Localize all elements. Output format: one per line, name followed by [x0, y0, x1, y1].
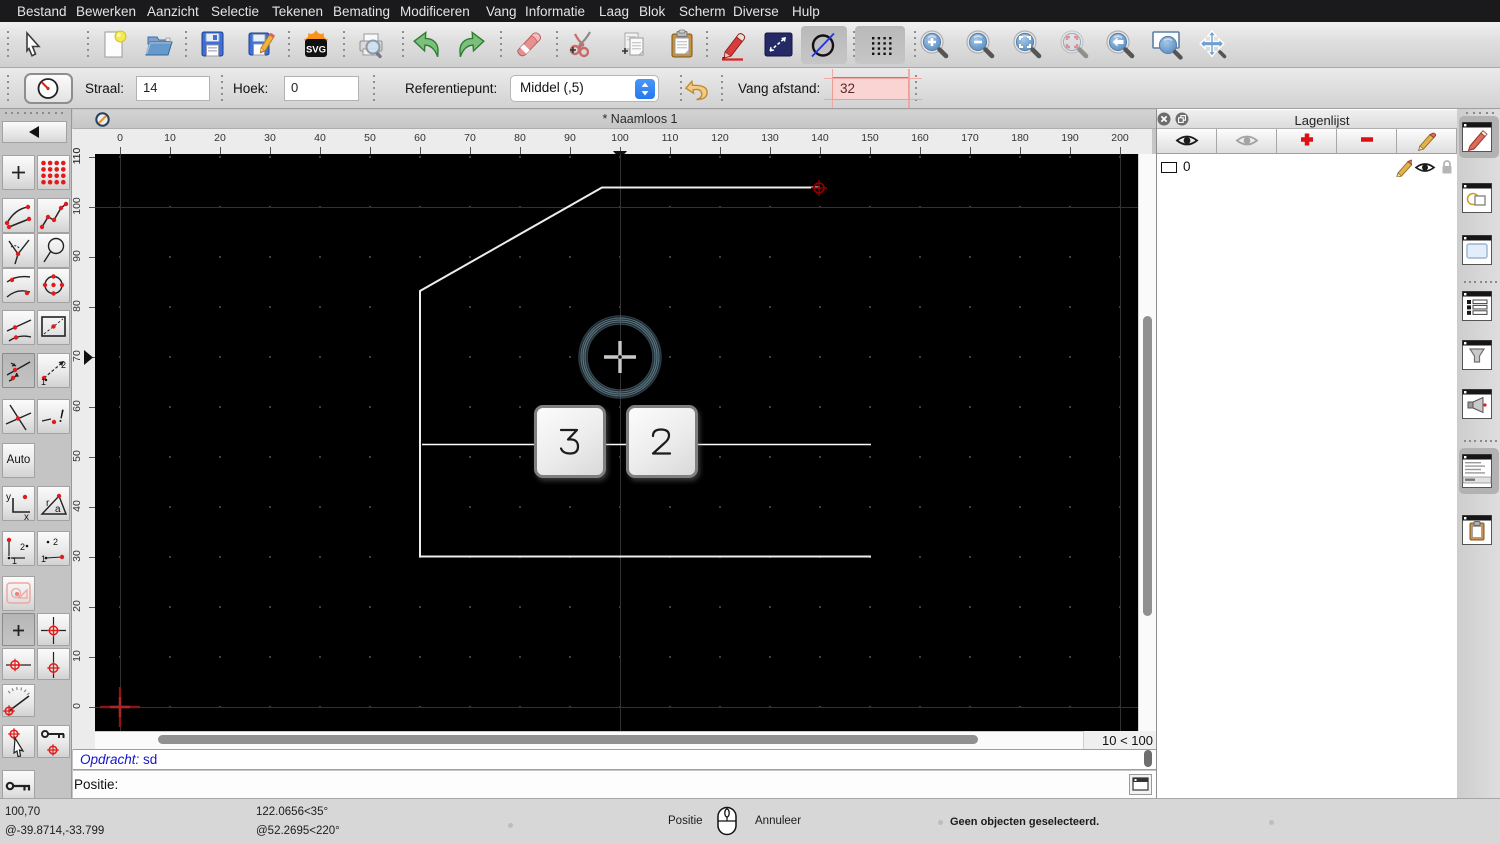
svg-text:r: r	[46, 498, 50, 509]
svg-text:!: !	[57, 406, 66, 427]
svg-text:x: x	[24, 512, 29, 520]
svg-text:SVG: SVG	[306, 45, 326, 56]
svg-text:y: y	[6, 492, 11, 503]
svg-text:1: 1	[41, 377, 46, 387]
svg-text:2: 2	[20, 542, 25, 552]
svg-text:2: 2	[61, 360, 66, 370]
svg-text:2: 2	[53, 537, 58, 547]
svg-text:1: 1	[12, 556, 17, 565]
svg-text:a: a	[55, 504, 61, 515]
